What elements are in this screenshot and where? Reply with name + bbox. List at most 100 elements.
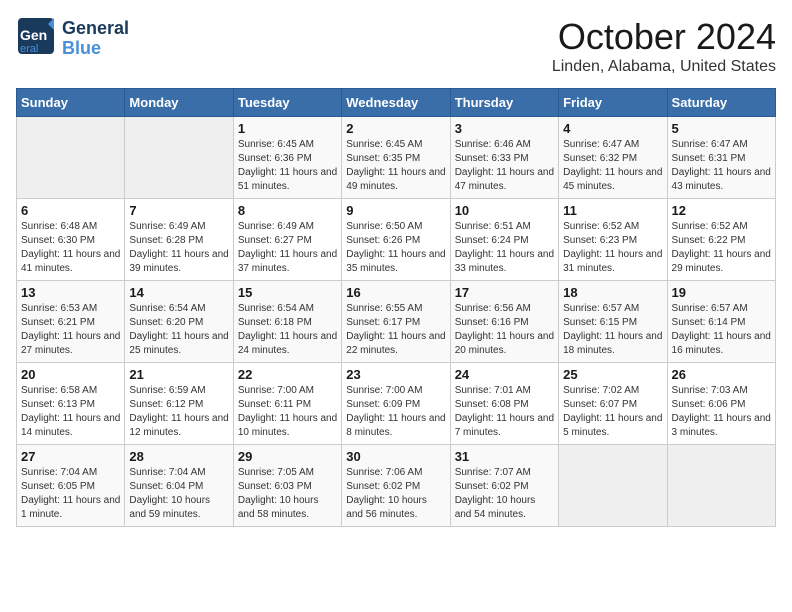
calendar-cell: 19 Sunrise: 6:57 AMSunset: 6:14 PMDayligh… — [667, 281, 775, 363]
day-info: Sunrise: 7:02 AMSunset: 6:07 PMDaylight:… — [563, 384, 662, 440]
calendar-cell: 10Sunrise: 6:51 AMSunset: 6:24 PMDayligh… — [450, 199, 558, 281]
calendar-cell: 13 Sunrise: 6:53 AMSunset: 6:21 PMDayligh… — [17, 281, 125, 363]
day-info: Sunrise: 7:06 AMSunset: 6:02 PMDaylight:… — [346, 466, 445, 522]
title-block: October 2024 Linden, Alabama, United Sta… — [552, 16, 776, 76]
day-info: Sunrise: 6:58 AMSunset: 6:13 PMDaylight:… — [21, 384, 120, 440]
day-number: 26 — [672, 367, 771, 382]
calendar-cell: 17 Sunrise: 6:56 AMSunset: 6:16 PMDayligh… — [450, 281, 558, 363]
day-info: Sunrise: 7:04 AMSunset: 6:04 PMDaylight:… — [129, 466, 228, 522]
calendar-cell: 4 Sunrise: 6:47 AMSunset: 6:32 PMDaylight… — [559, 117, 667, 199]
day-info: Sunrise: 6:54 AMSunset: 6:18 PMDaylight:… — [238, 302, 337, 358]
day-info: Sunrise: 6:50 AMSunset: 6:26 PMDaylight:… — [346, 220, 445, 276]
day-info: Sunrise: 6:49 AMSunset: 6:27 PMDaylight:… — [238, 220, 337, 276]
calendar-cell: 29 Sunrise: 7:05 AMSunset: 6:03 PMDayligh… — [233, 445, 341, 527]
calendar-cell: 1 Sunrise: 6:45 AMSunset: 6:36 PMDaylight… — [233, 117, 341, 199]
day-info: Sunrise: 7:05 AMSunset: 6:03 PMDaylight:… — [238, 466, 337, 522]
day-info: Sunrise: 6:49 AMSunset: 6:28 PMDaylight:… — [129, 220, 228, 276]
calendar-cell: 6Sunrise: 6:48 AMSunset: 6:30 PMDaylight… — [17, 199, 125, 281]
day-number: 15 — [238, 285, 337, 300]
day-number: 30 — [346, 449, 445, 464]
calendar-cell: 25 Sunrise: 7:02 AMSunset: 6:07 PMDayligh… — [559, 363, 667, 445]
calendar-week-3: 13 Sunrise: 6:53 AMSunset: 6:21 PMDayligh… — [17, 281, 776, 363]
day-number: 8 — [238, 203, 337, 218]
day-info: Sunrise: 7:07 AMSunset: 6:02 PMDaylight:… — [455, 466, 554, 522]
logo-blue: Blue — [62, 39, 129, 59]
day-number: 27 — [21, 449, 120, 464]
calendar-cell: 5 Sunrise: 6:47 AMSunset: 6:31 PMDaylight… — [667, 117, 775, 199]
day-number: 3 — [455, 121, 554, 136]
calendar-week-1: 1 Sunrise: 6:45 AMSunset: 6:36 PMDaylight… — [17, 117, 776, 199]
logo: Gen eral General Blue — [16, 16, 129, 61]
calendar-cell: 24 Sunrise: 7:01 AMSunset: 6:08 PMDayligh… — [450, 363, 558, 445]
col-sunday: Sunday — [17, 89, 125, 117]
calendar-cell: 20Sunrise: 6:58 AMSunset: 6:13 PMDayligh… — [17, 363, 125, 445]
calendar-cell: 22 Sunrise: 7:00 AMSunset: 6:11 PMDayligh… — [233, 363, 341, 445]
day-number: 28 — [129, 449, 228, 464]
day-info: Sunrise: 6:52 AMSunset: 6:22 PMDaylight:… — [672, 220, 771, 276]
day-info: Sunrise: 6:51 AMSunset: 6:24 PMDaylight:… — [455, 220, 554, 276]
svg-text:Gen: Gen — [20, 27, 47, 43]
calendar-header: Sunday Monday Tuesday Wednesday Thursday… — [17, 89, 776, 117]
calendar-cell: 26 Sunrise: 7:03 AMSunset: 6:06 PMDayligh… — [667, 363, 775, 445]
day-info: Sunrise: 6:57 AMSunset: 6:15 PMDaylight:… — [563, 302, 662, 358]
day-info: Sunrise: 6:53 AMSunset: 6:21 PMDaylight:… — [21, 302, 120, 358]
calendar-cell: 28 Sunrise: 7:04 AMSunset: 6:04 PMDayligh… — [125, 445, 233, 527]
day-number: 9 — [346, 203, 445, 218]
day-number: 12 — [672, 203, 771, 218]
day-info: Sunrise: 7:03 AMSunset: 6:06 PMDaylight:… — [672, 384, 771, 440]
calendar-cell: 18Sunrise: 6:57 AMSunset: 6:15 PMDayligh… — [559, 281, 667, 363]
day-info: Sunrise: 6:55 AMSunset: 6:17 PMDaylight:… — [346, 302, 445, 358]
day-info: Sunrise: 6:52 AMSunset: 6:23 PMDaylight:… — [563, 220, 662, 276]
calendar-cell: 14 Sunrise: 6:54 AMSunset: 6:20 PMDayligh… — [125, 281, 233, 363]
calendar-cell: 8 Sunrise: 6:49 AMSunset: 6:27 PMDaylight… — [233, 199, 341, 281]
day-number: 22 — [238, 367, 337, 382]
day-number: 29 — [238, 449, 337, 464]
col-saturday: Saturday — [667, 89, 775, 117]
day-number: 7 — [129, 203, 228, 218]
calendar-cell: 12 Sunrise: 6:52 AMSunset: 6:22 PMDayligh… — [667, 199, 775, 281]
calendar-cell: 3Sunrise: 6:46 AMSunset: 6:33 PMDaylight… — [450, 117, 558, 199]
day-info: Sunrise: 6:59 AMSunset: 6:12 PMDaylight:… — [129, 384, 228, 440]
calendar-body: 1 Sunrise: 6:45 AMSunset: 6:36 PMDaylight… — [17, 117, 776, 527]
calendar-table: Sunday Monday Tuesday Wednesday Thursday… — [16, 88, 776, 527]
day-number: 13 — [21, 285, 120, 300]
calendar-cell: 7 Sunrise: 6:49 AMSunset: 6:28 PMDaylight… — [125, 199, 233, 281]
day-number: 1 — [238, 121, 337, 136]
day-info: Sunrise: 6:56 AMSunset: 6:16 PMDaylight:… — [455, 302, 554, 358]
calendar-cell — [559, 445, 667, 527]
calendar-week-2: 6Sunrise: 6:48 AMSunset: 6:30 PMDaylight… — [17, 199, 776, 281]
day-info: Sunrise: 7:04 AMSunset: 6:05 PMDaylight:… — [21, 466, 120, 522]
day-info: Sunrise: 6:45 AMSunset: 6:36 PMDaylight:… — [238, 138, 337, 194]
day-number: 24 — [455, 367, 554, 382]
day-number: 31 — [455, 449, 554, 464]
calendar-week-4: 20Sunrise: 6:58 AMSunset: 6:13 PMDayligh… — [17, 363, 776, 445]
calendar-cell: 31 Sunrise: 7:07 AMSunset: 6:02 PMDayligh… — [450, 445, 558, 527]
day-number: 19 — [672, 285, 771, 300]
header-row: Sunday Monday Tuesday Wednesday Thursday… — [17, 89, 776, 117]
day-number: 6 — [21, 203, 120, 218]
calendar-cell: 2Sunrise: 6:45 AMSunset: 6:35 PMDaylight… — [342, 117, 450, 199]
day-number: 21 — [129, 367, 228, 382]
day-info: Sunrise: 6:47 AMSunset: 6:32 PMDaylight:… — [563, 138, 662, 194]
calendar-cell: 15 Sunrise: 6:54 AMSunset: 6:18 PMDayligh… — [233, 281, 341, 363]
day-info: Sunrise: 6:47 AMSunset: 6:31 PMDaylight:… — [672, 138, 771, 194]
calendar-cell: 11Sunrise: 6:52 AMSunset: 6:23 PMDayligh… — [559, 199, 667, 281]
calendar-cell: 9 Sunrise: 6:50 AMSunset: 6:26 PMDaylight… — [342, 199, 450, 281]
calendar-title: October 2024 — [552, 16, 776, 58]
col-monday: Monday — [125, 89, 233, 117]
day-number: 5 — [672, 121, 771, 136]
day-info: Sunrise: 7:01 AMSunset: 6:08 PMDaylight:… — [455, 384, 554, 440]
day-info: Sunrise: 6:57 AMSunset: 6:14 PMDaylight:… — [672, 302, 771, 358]
day-number: 25 — [563, 367, 662, 382]
day-number: 16 — [346, 285, 445, 300]
calendar-cell: 30 Sunrise: 7:06 AMSunset: 6:02 PMDayligh… — [342, 445, 450, 527]
calendar-cell: 21 Sunrise: 6:59 AMSunset: 6:12 PMDayligh… — [125, 363, 233, 445]
day-info: Sunrise: 6:54 AMSunset: 6:20 PMDaylight:… — [129, 302, 228, 358]
day-info: Sunrise: 7:00 AMSunset: 6:11 PMDaylight:… — [238, 384, 337, 440]
day-number: 23 — [346, 367, 445, 382]
day-number: 17 — [455, 285, 554, 300]
day-number: 14 — [129, 285, 228, 300]
calendar-cell — [667, 445, 775, 527]
day-number: 4 — [563, 121, 662, 136]
svg-text:eral: eral — [20, 43, 38, 55]
